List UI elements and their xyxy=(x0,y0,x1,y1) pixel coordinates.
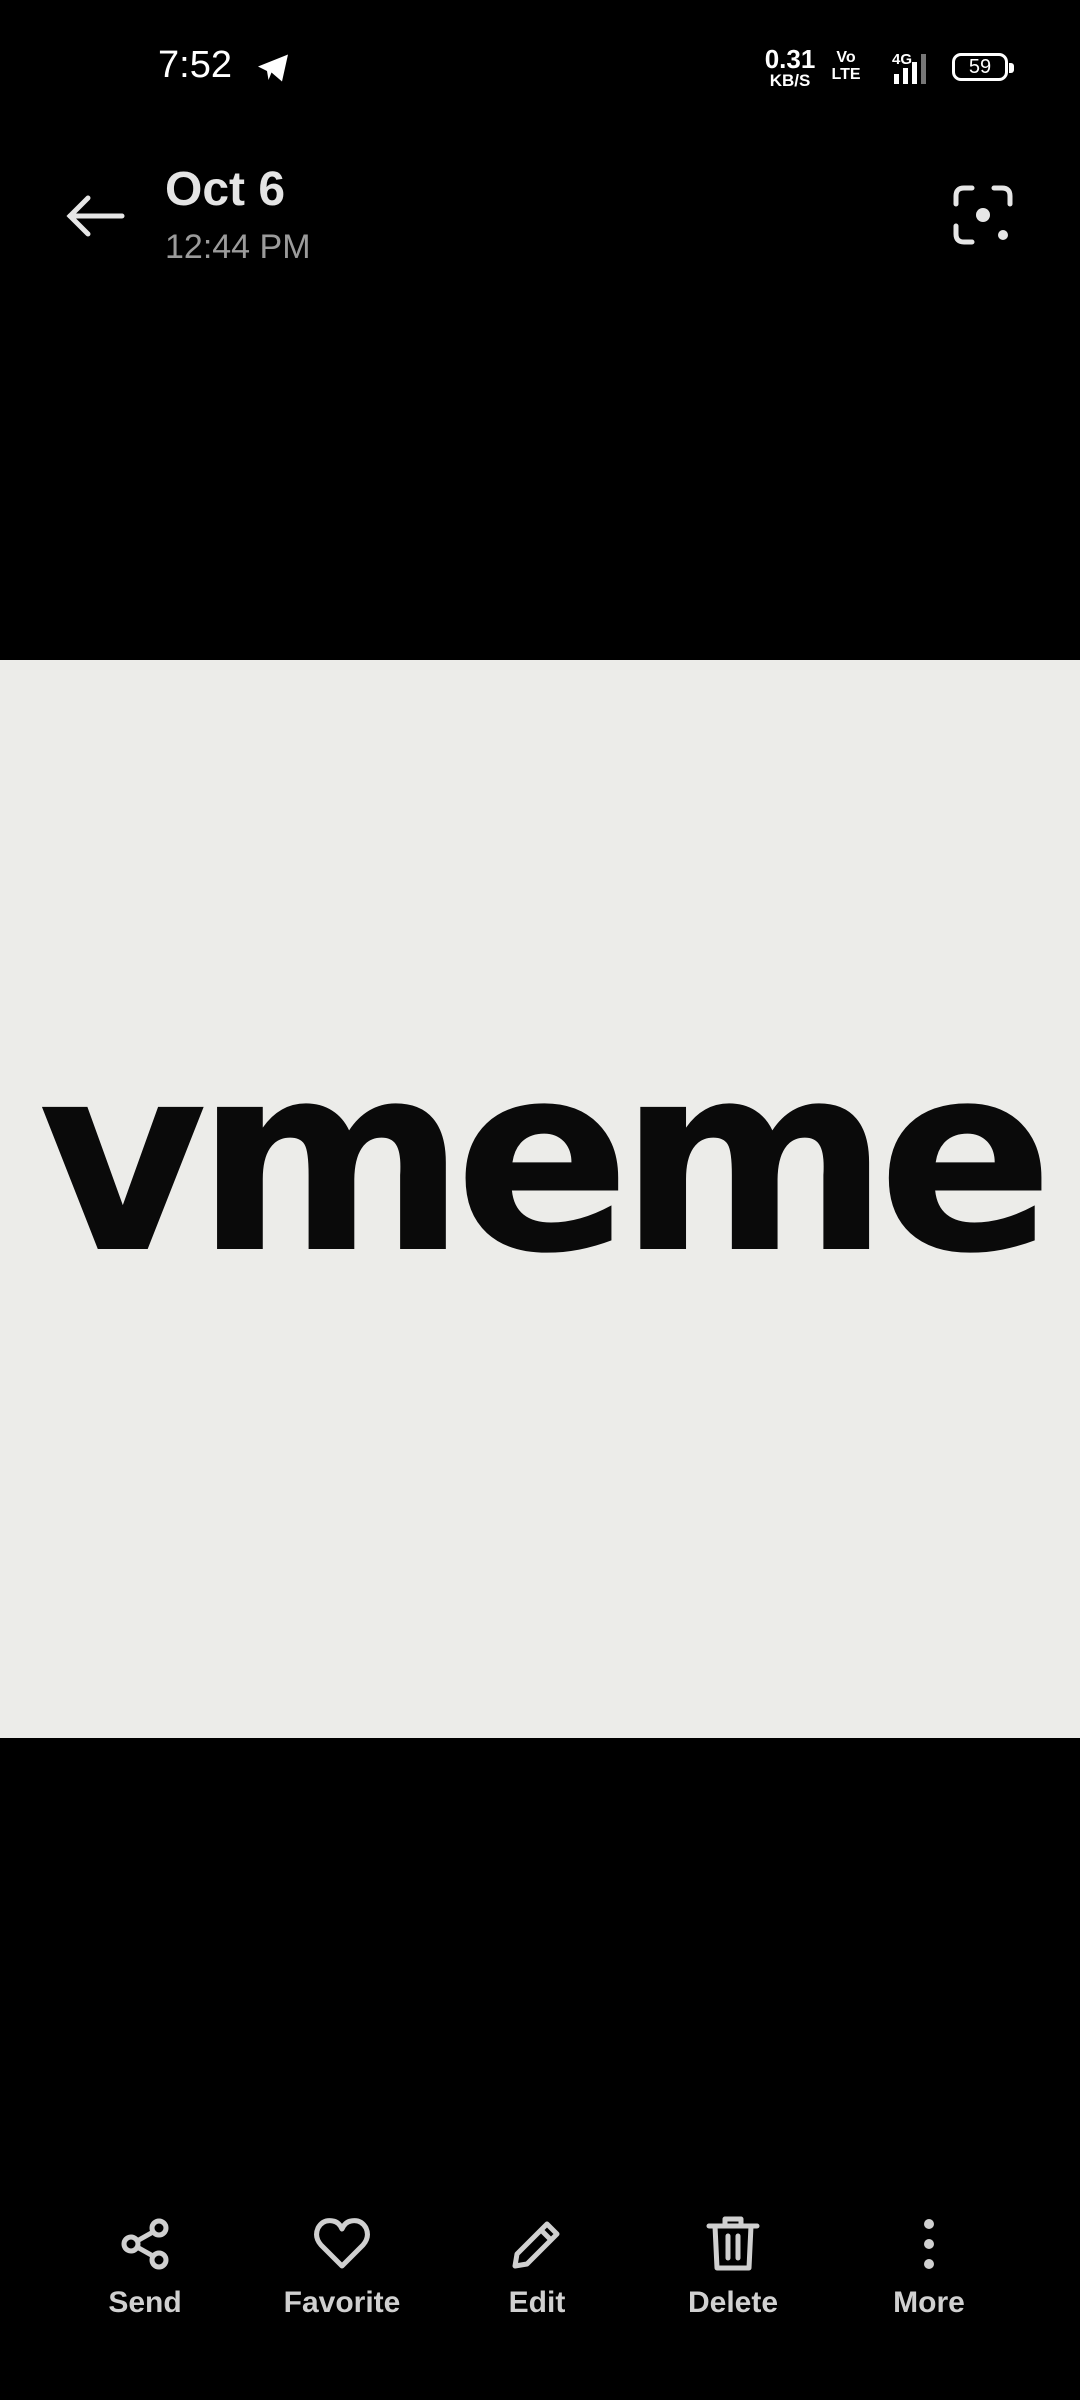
edit-button[interactable]: Edit xyxy=(437,2200,637,2340)
edit-label: Edit xyxy=(508,2286,566,2319)
arrow-left-icon xyxy=(66,195,125,237)
telegram-icon xyxy=(258,54,288,82)
svg-text:4G: 4G xyxy=(892,51,912,68)
photo-date: Oct 6 xyxy=(165,163,286,216)
share-icon xyxy=(121,2218,169,2270)
more-label: More xyxy=(893,2286,965,2319)
google-lens-icon xyxy=(953,185,1013,245)
volte-indicator: Vo LTE xyxy=(831,49,861,83)
pencil-icon xyxy=(512,2221,560,2269)
send-label: Send xyxy=(108,2286,182,2319)
photo-content-text: vmeme xyxy=(38,1009,1054,1311)
delete-button[interactable]: Delete xyxy=(633,2200,833,2340)
battery-indicator: 59 xyxy=(952,53,1014,81)
heart-icon xyxy=(314,2218,370,2269)
status-time: 7:52 xyxy=(158,44,232,86)
favorite-label: Favorite xyxy=(283,2286,401,2319)
google-lens-button[interactable] xyxy=(950,182,1016,248)
photo-viewer-image[interactable]: vmeme xyxy=(0,660,1080,1738)
delete-label: Delete xyxy=(687,2286,779,2319)
trash-icon xyxy=(706,2216,760,2271)
signal-icon: 4G xyxy=(892,51,926,84)
more-button[interactable]: More xyxy=(829,2200,1029,2340)
send-button[interactable]: Send xyxy=(45,2200,245,2340)
more-vertical-icon xyxy=(924,2219,934,2269)
status-bar: 7:52 0.31 KB/S Vo LTE 4G 59 xyxy=(0,0,1080,140)
network-speed: 0.31 KB/S xyxy=(764,44,816,90)
favorite-button[interactable]: Favorite xyxy=(242,2200,442,2340)
bottom-toolbar: Send Favorite Edit Delete More xyxy=(0,2200,1080,2340)
photo-time: 12:44 PM xyxy=(165,228,311,266)
back-button[interactable] xyxy=(60,180,132,252)
